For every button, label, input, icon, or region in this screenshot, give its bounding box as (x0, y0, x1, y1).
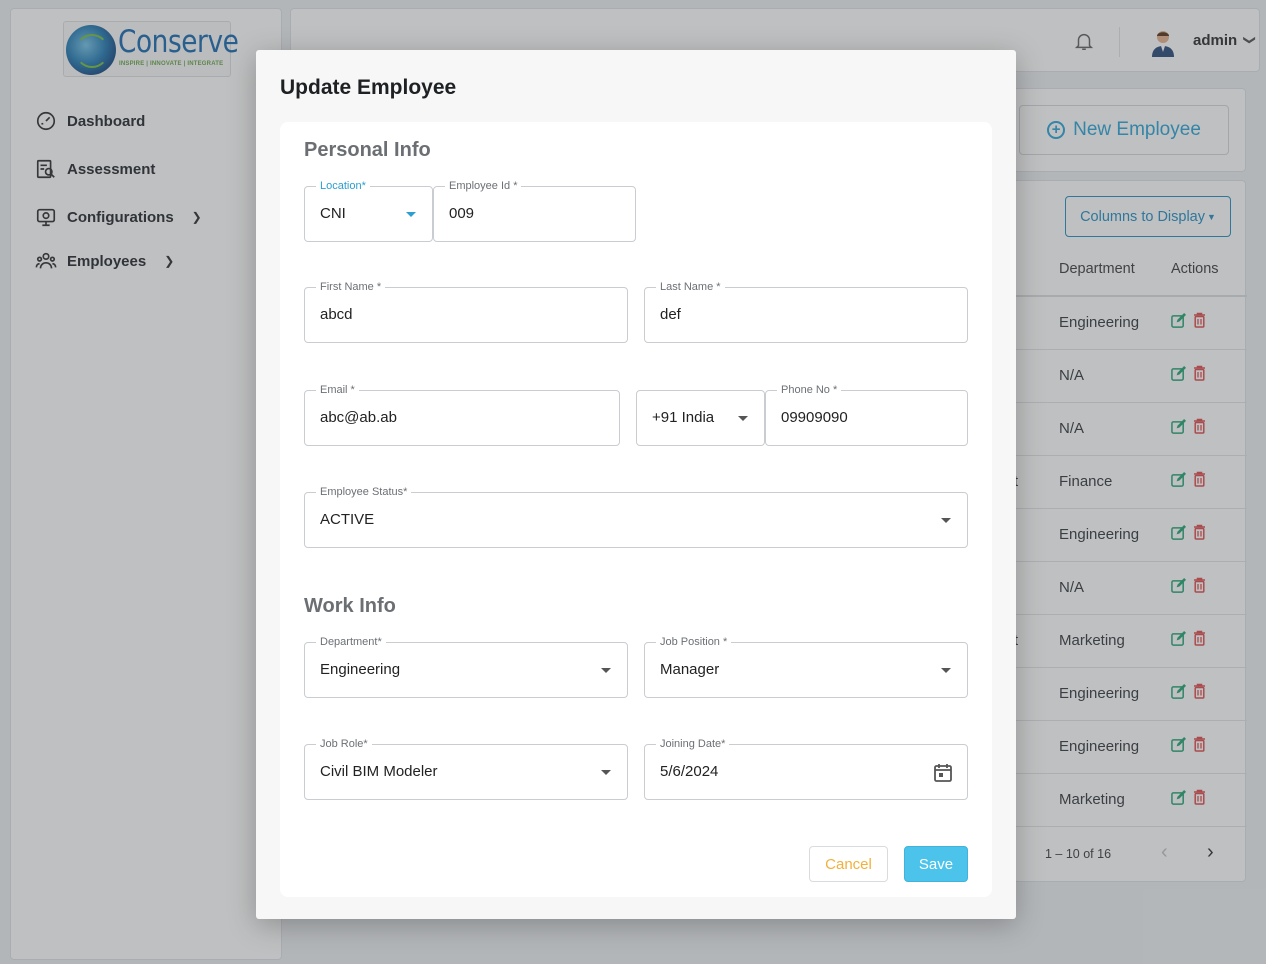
field-label: Department* (316, 635, 386, 649)
cancel-button[interactable]: Cancel (809, 846, 888, 882)
field-value: CNI (320, 205, 346, 222)
field-label: Location* (316, 179, 370, 193)
caret-down-icon (406, 212, 416, 217)
field-label: Joining Date* (656, 737, 730, 751)
first-name-field[interactable]: First Name * abcd (304, 280, 628, 343)
save-button[interactable]: Save (904, 846, 968, 882)
caret-down-icon (601, 668, 611, 673)
field-label: Email * (316, 383, 359, 397)
field-value: def (660, 306, 681, 323)
update-employee-dialog: Update Employee Personal Info Location* … (256, 50, 1016, 919)
caret-down-icon (941, 518, 951, 523)
field-value: 5/6/2024 (660, 763, 719, 780)
field-value: 009 (449, 205, 475, 222)
section-title-personal-info: Personal Info (304, 139, 431, 161)
section-title-work-info: Work Info (304, 595, 396, 617)
department-select[interactable]: Department* Engineering (304, 635, 628, 698)
caret-down-icon (738, 416, 748, 421)
calendar-icon[interactable] (933, 762, 953, 783)
last-name-field[interactable]: Last Name * def (644, 280, 968, 343)
joining-date-field[interactable]: Joining Date* 5/6/2024 (644, 737, 968, 800)
field-label: Employee Id * (445, 179, 522, 193)
phone-field[interactable]: Phone No * 09909090 (765, 383, 968, 446)
caret-down-icon (941, 668, 951, 673)
country-code-select[interactable]: +91 India (636, 390, 765, 446)
field-label: Employee Status* (316, 485, 412, 499)
job-position-select[interactable]: Job Position * Manager (644, 635, 968, 698)
field-value: ACTIVE (320, 511, 375, 528)
field-value: Manager (660, 661, 720, 678)
field-value: Engineering (320, 661, 401, 678)
field-value: abcd (320, 306, 353, 323)
employee-form: Personal Info Location* CNI Employee Id … (280, 122, 992, 897)
field-label: Phone No * (777, 383, 842, 397)
location-select[interactable]: Location* CNI (304, 179, 433, 242)
field-value: 09909090 (781, 409, 848, 426)
job-role-select[interactable]: Job Role* Civil BIM Modeler (304, 737, 628, 800)
employee-status-select[interactable]: Employee Status* ACTIVE (304, 485, 968, 548)
field-label: Job Position * (656, 635, 732, 649)
caret-down-icon (601, 770, 611, 775)
email-field[interactable]: Email * abc@ab.ab (304, 383, 620, 446)
field-value: Civil BIM Modeler (320, 763, 438, 780)
field-label: First Name * (316, 280, 386, 294)
employee-id-field[interactable]: Employee Id * 009 (433, 179, 636, 242)
field-value: +91 India (652, 409, 715, 426)
field-label: Last Name * (656, 280, 725, 294)
dialog-title: Update Employee (280, 76, 457, 99)
field-label: Job Role* (316, 737, 372, 751)
field-value: abc@ab.ab (320, 409, 397, 426)
